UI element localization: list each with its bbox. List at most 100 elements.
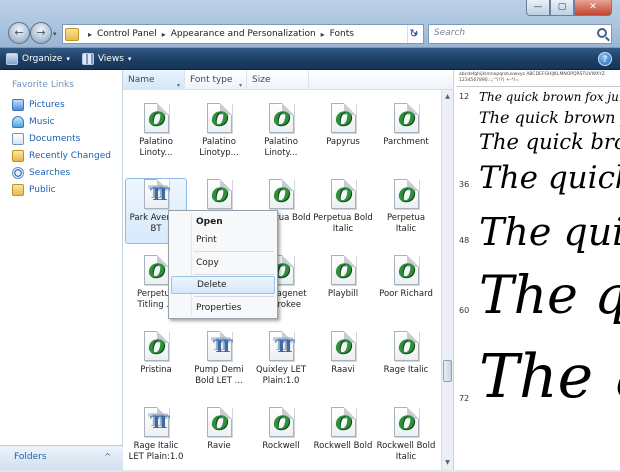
- sidebar-item-music[interactable]: Music: [12, 116, 55, 128]
- font-item[interactable]: O Palatino Linoty...: [125, 102, 187, 168]
- breadcrumb-fonts[interactable]: Fonts: [330, 29, 354, 39]
- preview-sample-text: The quick: [479, 210, 620, 254]
- maximize-button[interactable]: ▢: [550, 0, 574, 16]
- address-bar[interactable]: ▸ Control Panel ▸ Appearance and Persona…: [62, 24, 424, 44]
- scrollbar-thumb[interactable]: [443, 360, 452, 382]
- forward-button[interactable]: →: [30, 22, 52, 44]
- organize-button[interactable]: Organize ▾: [6, 52, 70, 65]
- font-item[interactable]: O Rage Italic: [375, 330, 437, 396]
- font-item[interactable]: O Rockwell: [250, 406, 312, 472]
- menu-separator: [194, 251, 274, 252]
- opentype-font-icon: O: [268, 179, 294, 209]
- sidebar-item-documents[interactable]: Documents: [12, 133, 80, 145]
- menu-separator: [194, 296, 274, 297]
- breadcrumb-separator[interactable]: ▸: [321, 30, 325, 39]
- preview-sample-text: The quick brown fox jumps: [479, 108, 620, 127]
- navigation-pane: Favorite Links Pictures Music Documents …: [0, 70, 123, 470]
- folders-toggle[interactable]: Folders ^: [0, 445, 123, 470]
- search-box[interactable]: Search: [428, 24, 612, 44]
- refresh-icon[interactable]: ↻: [405, 24, 423, 44]
- context-menu: Open Print Copy Delete Properties: [168, 210, 278, 319]
- sidebar-item-public[interactable]: Public: [12, 184, 56, 196]
- scroll-down-icon[interactable]: ▼: [442, 456, 453, 470]
- font-item[interactable]: O Playbill: [312, 254, 374, 320]
- column-header-size[interactable]: Size: [247, 70, 309, 90]
- menu-item-copy[interactable]: Copy: [171, 254, 275, 272]
- font-item-label: Parchment: [383, 137, 429, 147]
- back-button[interactable]: ←: [8, 22, 30, 44]
- font-item[interactable]: O Ravie: [188, 406, 250, 472]
- font-item-label: Playbill: [327, 289, 359, 299]
- recently-changed-icon: [12, 150, 24, 162]
- menu-item-properties[interactable]: Properties: [171, 299, 275, 317]
- chevron-down-icon[interactable]: ▾: [239, 82, 242, 89]
- font-item-label: Perpetua Italic: [386, 213, 426, 234]
- o-glyph-icon: O: [273, 184, 290, 206]
- o-glyph-icon: O: [148, 108, 165, 130]
- column-header-font-type[interactable]: Font type: [185, 70, 247, 90]
- font-item[interactable]: O Perpetua Italic: [375, 178, 437, 244]
- opentype-font-icon: O: [143, 103, 169, 133]
- sidebar-item-label: Public: [29, 185, 56, 195]
- sidebar-item-label: Pictures: [29, 100, 65, 110]
- font-item-label: Perpetua Bold Italic: [313, 213, 373, 234]
- font-item[interactable]: O Parchment: [375, 102, 437, 168]
- o-glyph-icon: O: [273, 412, 290, 434]
- recent-pages-dropdown[interactable]: ▾: [53, 30, 57, 38]
- opentype-font-icon: O: [393, 255, 419, 285]
- sidebar-item-label: Documents: [29, 134, 81, 144]
- font-item-label: Ravie: [207, 441, 231, 451]
- font-item-label: Rage Italic LET Plain:1.0: [128, 441, 184, 462]
- font-item[interactable]: O Rockwell Bold: [312, 406, 374, 472]
- font-item[interactable]: O Palatino Linotyp...: [188, 102, 250, 168]
- scroll-up-icon[interactable]: ▲: [442, 90, 453, 104]
- sidebar-item-pictures[interactable]: Pictures: [12, 99, 65, 111]
- breadcrumb-appearance[interactable]: Appearance and Personalization: [171, 29, 316, 39]
- font-item-label: Rockwell: [262, 441, 300, 451]
- opentype-font-icon: O: [330, 331, 356, 361]
- font-item[interactable]: O Poor Richard: [375, 254, 437, 320]
- font-item[interactable]: O Pristina: [125, 330, 187, 396]
- font-item[interactable]: O Papyrus: [312, 102, 374, 168]
- views-button[interactable]: Views ▾: [81, 52, 131, 65]
- preview-charset-line-2: 1234567890.:,;'"(!?) +-*/=: [459, 78, 519, 83]
- opentype-font-icon: O: [330, 179, 356, 209]
- menu-item-print[interactable]: Print: [171, 231, 275, 249]
- font-item[interactable]: TT Pump Demi Bold LET ...: [188, 330, 250, 396]
- help-icon[interactable]: ?: [598, 51, 612, 66]
- sidebar-item-searches[interactable]: Searches: [12, 167, 70, 179]
- sidebar-item-recently-changed[interactable]: Recently Changed: [12, 150, 111, 162]
- font-item[interactable]: O Palatino Linoty...: [250, 102, 312, 168]
- o-glyph-icon: O: [273, 108, 290, 130]
- opentype-font-icon: O: [206, 179, 232, 209]
- truetype-font-icon: TT: [143, 179, 170, 209]
- search-icon[interactable]: [597, 28, 607, 38]
- menu-item-open[interactable]: Open: [171, 213, 275, 231]
- font-item[interactable]: TT Rage Italic LET Plain:1.0: [125, 406, 187, 472]
- column-header-row: Name Font type Size ▾ ▾: [123, 70, 453, 90]
- font-item[interactable]: O Raavi: [312, 330, 374, 396]
- preview-divider: [456, 86, 620, 87]
- column-header-name[interactable]: Name: [123, 70, 185, 90]
- opentype-font-icon: O: [393, 331, 419, 361]
- close-button[interactable]: ✕: [574, 0, 612, 16]
- font-item-label: Palatino Linoty...: [139, 137, 173, 158]
- search-input[interactable]: Search: [434, 28, 465, 38]
- breadcrumb-separator[interactable]: ▸: [162, 30, 166, 39]
- chevron-down-icon[interactable]: ▾: [177, 82, 180, 89]
- font-item-label: Rockwell Bold Italic: [376, 441, 436, 462]
- opentype-font-icon: O: [143, 255, 169, 285]
- font-item[interactable]: TT Quixley LET Plain:1.0: [250, 330, 312, 396]
- breadcrumb-control-panel[interactable]: Control Panel: [97, 29, 157, 39]
- font-item[interactable]: O Rockwell Bold Italic: [375, 406, 437, 472]
- vertical-scrollbar[interactable]: ▲ ▼: [441, 90, 453, 470]
- font-item[interactable]: O Perpetua Bold Italic: [312, 178, 374, 244]
- o-glyph-icon: O: [148, 336, 165, 358]
- breadcrumb-separator[interactable]: ▸: [88, 30, 92, 39]
- opentype-font-icon: O: [206, 407, 232, 437]
- o-glyph-icon: O: [398, 108, 415, 130]
- opentype-font-icon: O: [393, 407, 419, 437]
- minimize-button[interactable]: —: [526, 0, 550, 16]
- menu-item-delete[interactable]: Delete: [171, 276, 275, 294]
- opentype-font-icon: O: [393, 103, 419, 133]
